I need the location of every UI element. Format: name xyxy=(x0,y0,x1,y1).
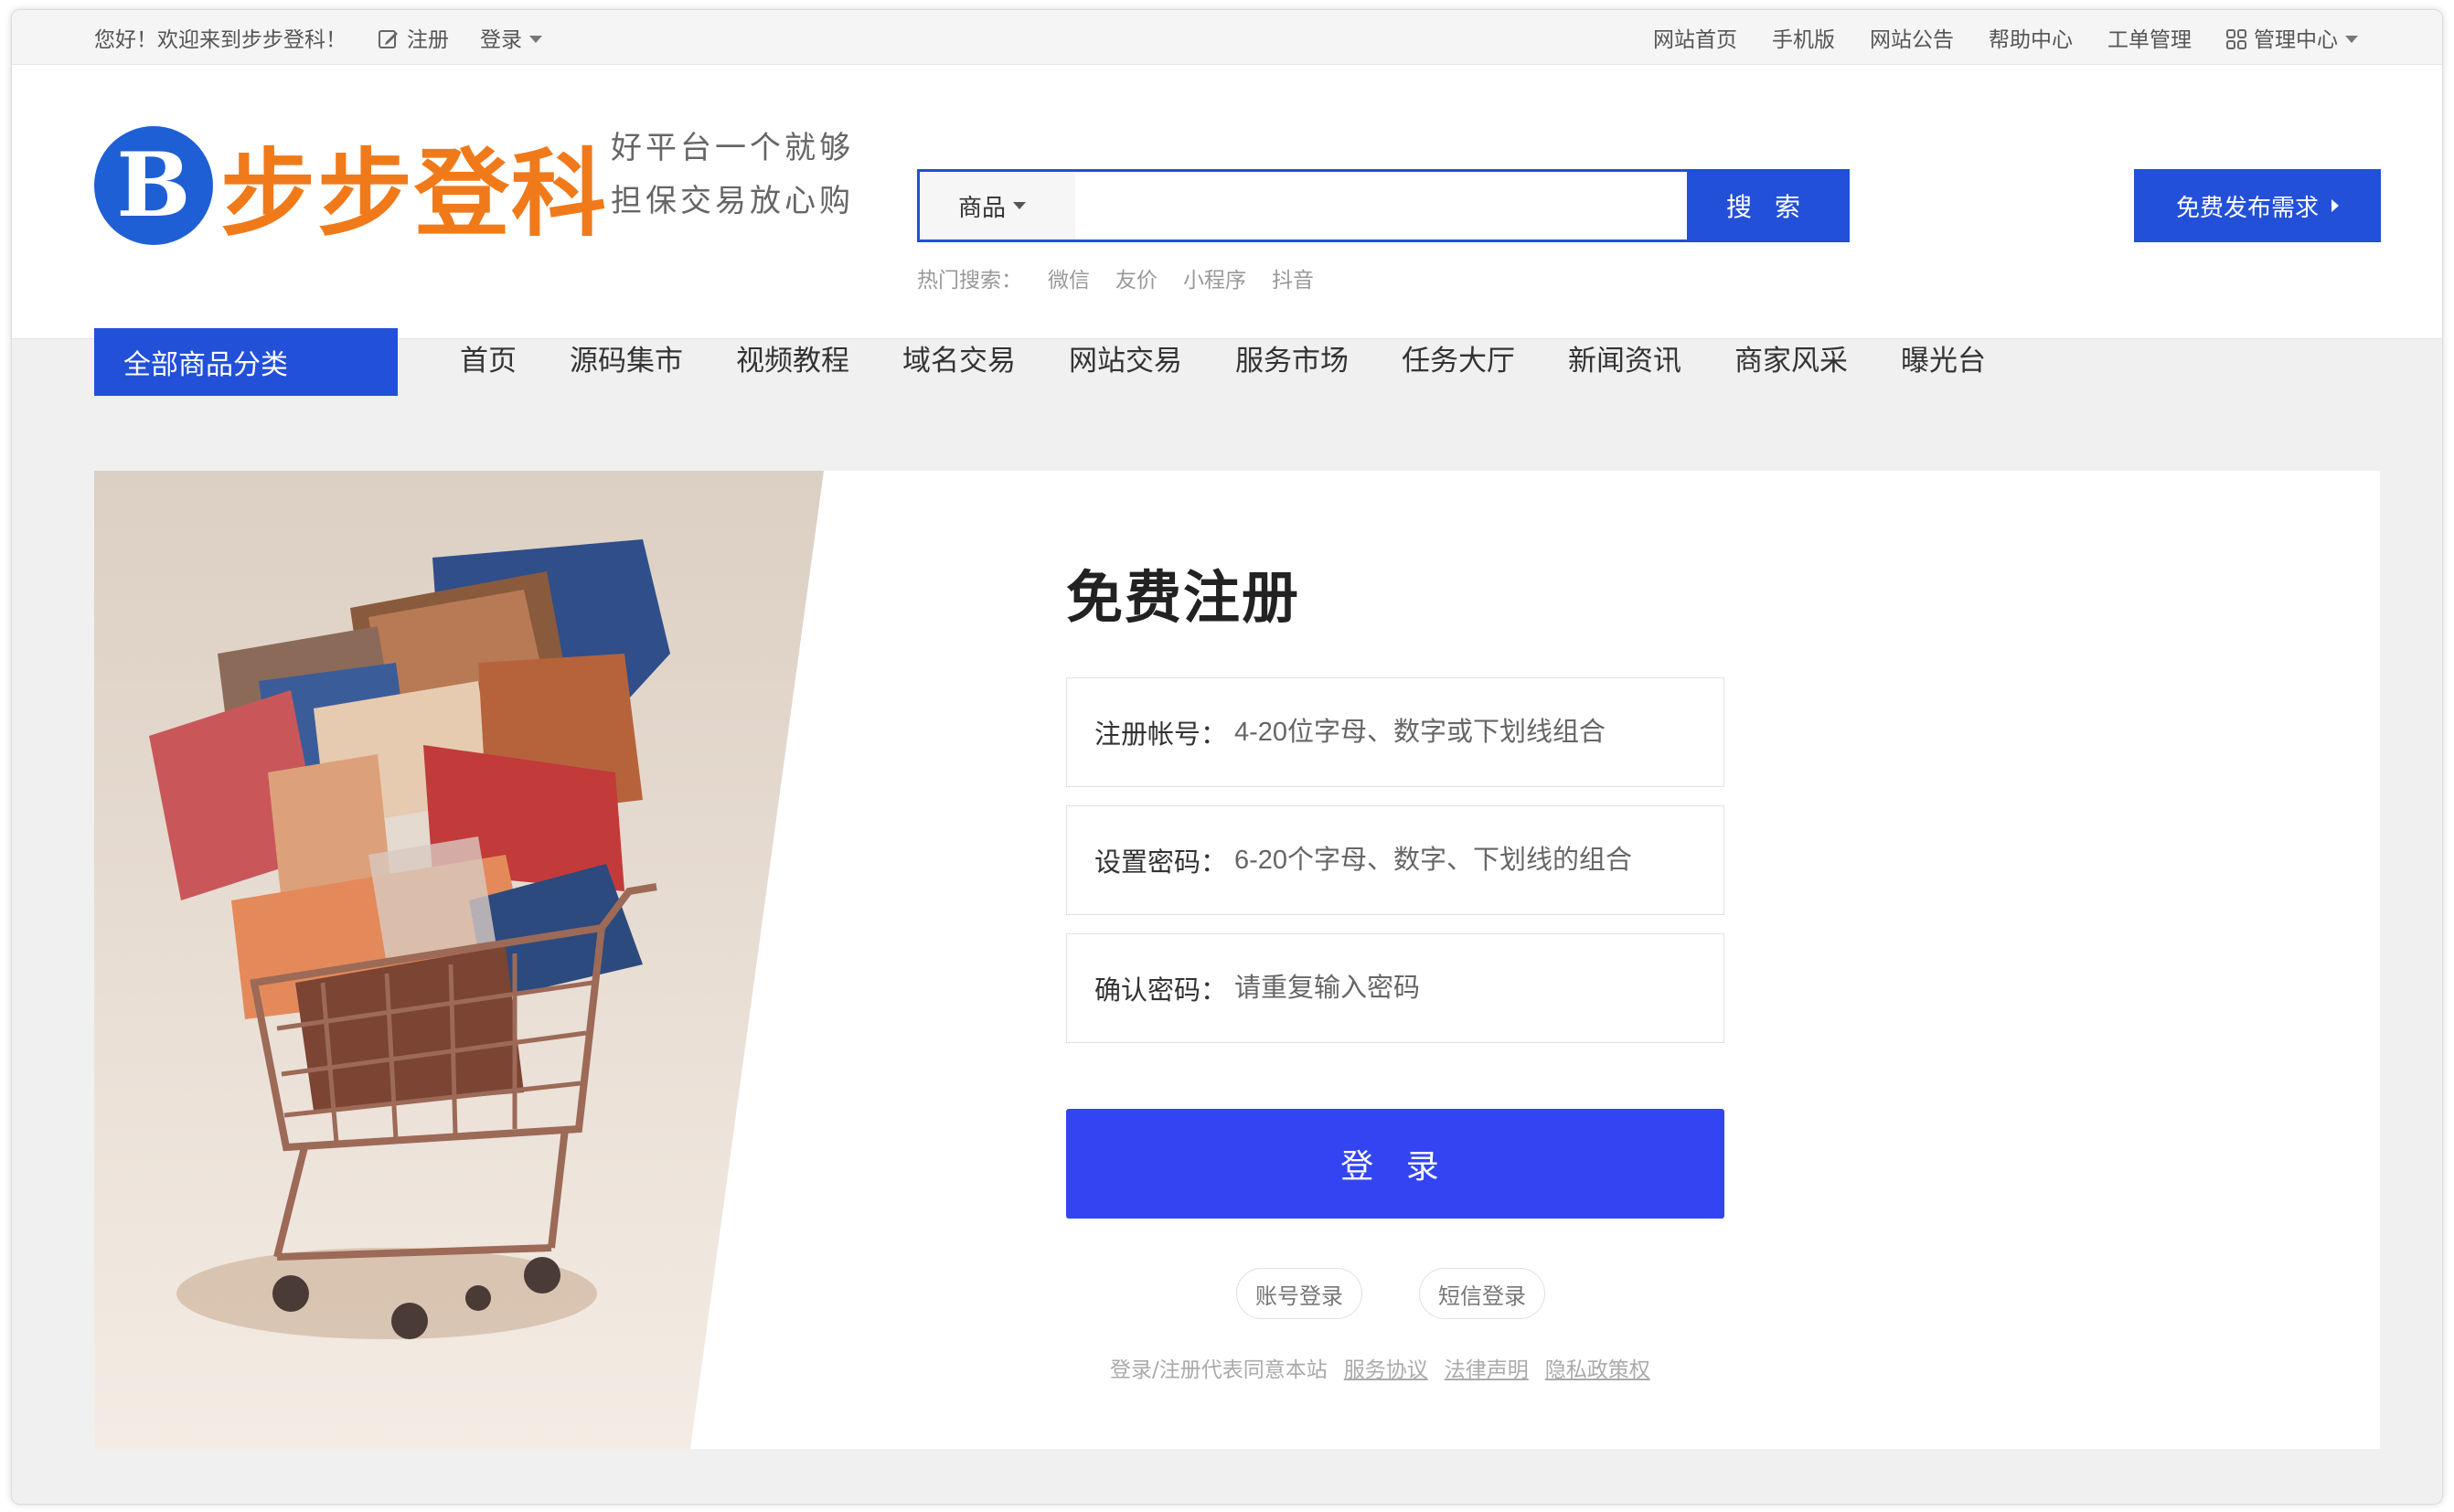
confirm-password-input[interactable] xyxy=(1234,973,1723,1004)
account-login-button[interactable]: 账号登录 xyxy=(1236,1268,1362,1319)
search-category-label: 商品 xyxy=(958,194,1007,222)
register-panel: 免费注册 注册帐号： 设置密码： 确认密码： 登 录 账号登录 短信登录 登录/… xyxy=(94,471,2380,1449)
password-label: 设置密码： xyxy=(1094,847,1228,878)
agreement-text: 登录/注册代表同意本站 服务协议 法律声明 隐私政策权 xyxy=(1110,1352,1650,1383)
slogan: 好平台一个就够 担保交易放心购 xyxy=(611,122,854,228)
nav-item-source[interactable]: 源码集市 xyxy=(570,337,683,392)
toplink-home[interactable]: 网站首页 xyxy=(1653,22,1737,53)
nav-item-video[interactable]: 视频教程 xyxy=(736,337,849,392)
password-input[interactable] xyxy=(1234,845,1723,876)
sms-login-button[interactable]: 短信登录 xyxy=(1419,1268,1545,1319)
nav-item-website[interactable]: 网站交易 xyxy=(1069,337,1182,392)
all-categories-button[interactable]: 全部商品分类 xyxy=(94,328,398,396)
confirm-password-field: 确认密码： xyxy=(1066,933,1724,1043)
edit-icon xyxy=(379,30,398,48)
hot-term[interactable]: 微信 xyxy=(1048,262,1090,293)
alt-login-options: 账号登录 短信登录 xyxy=(1236,1268,1545,1319)
welcome-text: 您好！欢迎来到步步登科！ xyxy=(94,28,347,52)
hot-search-label: 热门搜索： xyxy=(917,269,1022,293)
hot-term[interactable]: 友价 xyxy=(1115,262,1158,293)
search-bar: 商品 搜 索 xyxy=(917,169,1850,242)
username-input[interactable] xyxy=(1234,717,1723,748)
chevron-right-icon xyxy=(2331,199,2339,212)
agreement-prefix: 登录/注册代表同意本站 xyxy=(1110,1358,1328,1382)
nav-item-merchants[interactable]: 商家风采 xyxy=(1734,337,1848,392)
logo-name: 步步登科 xyxy=(220,138,609,250)
admin-label: 管理中心 xyxy=(2254,28,2338,52)
nav-item-home[interactable]: 首页 xyxy=(460,337,517,392)
chevron-down-icon xyxy=(1013,202,1027,209)
nav-item-exposure[interactable]: 曝光台 xyxy=(1901,337,1986,392)
login-dropdown[interactable]: 登录 xyxy=(480,22,542,53)
hot-term[interactable]: 抖音 xyxy=(1272,262,1314,293)
search-button[interactable]: 搜 索 xyxy=(1687,172,1847,240)
top-utility-bar: 您好！欢迎来到步步登科！ 注册 登录 网站首页 手机版 网站公告 帮助中心 工单… xyxy=(12,10,2442,65)
slogan-line-1: 好平台一个就够 xyxy=(611,130,854,166)
service-agreement-link[interactable]: 服务协议 xyxy=(1344,1352,1428,1383)
slogan-line-2: 担保交易放心购 xyxy=(611,183,854,219)
confirm-password-label: 确认密码： xyxy=(1094,974,1228,1006)
publish-demand-button[interactable]: 免费发布需求 xyxy=(2134,169,2381,242)
nav-item-service[interactable]: 服务市场 xyxy=(1235,337,1349,392)
submit-button[interactable]: 登 录 xyxy=(1066,1109,1724,1219)
legal-statement-link[interactable]: 法律声明 xyxy=(1445,1352,1529,1383)
privacy-policy-link[interactable]: 隐私政策权 xyxy=(1545,1352,1650,1383)
browser-frame: 您好！欢迎来到步步登科！ 注册 登录 网站首页 手机版 网站公告 帮助中心 工单… xyxy=(11,9,2443,1505)
chevron-down-icon xyxy=(529,36,542,43)
form-title: 免费注册 xyxy=(1066,564,1301,631)
toplink-notice[interactable]: 网站公告 xyxy=(1870,22,1954,53)
admin-center-dropdown[interactable]: 管理中心 xyxy=(2226,22,2358,53)
toplink-help[interactable]: 帮助中心 xyxy=(1989,22,2073,53)
site-logo[interactable]: B 步步登科 xyxy=(94,116,608,254)
nav-item-tasks[interactable]: 任务大厅 xyxy=(1402,337,1515,392)
toplink-mobile[interactable]: 手机版 xyxy=(1772,22,1835,53)
logo-badge: B xyxy=(94,125,213,245)
username-label: 注册帐号： xyxy=(1094,719,1228,750)
site-header: B 步步登科 好平台一个就够 担保交易放心购 商品 搜 索 热门搜索： 微信 友… xyxy=(12,65,2442,396)
search-category-select[interactable]: 商品 xyxy=(920,172,1075,240)
publish-label: 免费发布需求 xyxy=(2175,194,2319,222)
register-label: 注册 xyxy=(407,28,449,52)
grid-icon xyxy=(2226,29,2246,49)
username-field: 注册帐号： xyxy=(1066,677,1724,787)
toplink-ticket[interactable]: 工单管理 xyxy=(2107,22,2192,53)
login-label: 登录 xyxy=(480,28,522,52)
main-nav: 首页 源码集市 视频教程 域名交易 网站交易 服务市场 任务大厅 新闻资讯 商家… xyxy=(460,337,1986,392)
register-link[interactable]: 注册 xyxy=(378,22,449,53)
shopping-cart-illustration xyxy=(94,471,824,1449)
hot-searches: 热门搜索： 微信 友价 小程序 抖音 xyxy=(917,262,1314,293)
search-input[interactable] xyxy=(1075,172,1687,240)
nav-item-news[interactable]: 新闻资讯 xyxy=(1568,337,1681,392)
hot-term[interactable]: 小程序 xyxy=(1183,262,1246,293)
chevron-down-icon xyxy=(2345,36,2358,43)
password-field: 设置密码： xyxy=(1066,805,1724,915)
nav-item-domain[interactable]: 域名交易 xyxy=(902,337,1016,392)
